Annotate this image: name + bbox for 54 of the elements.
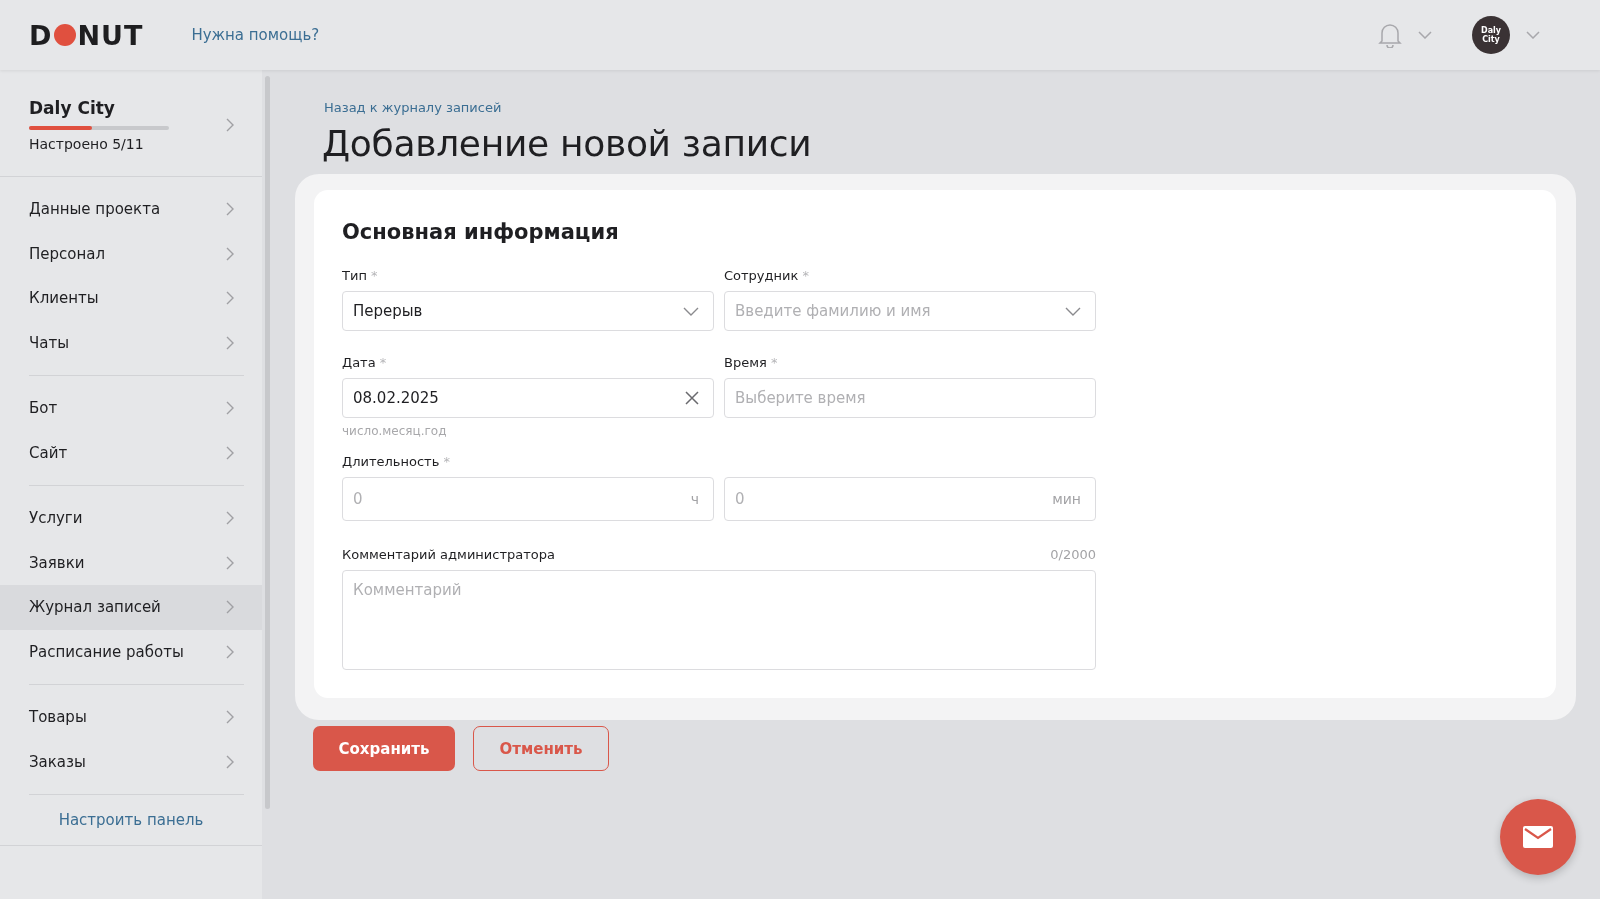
field-label: Тип * <box>342 268 379 283</box>
configure-panel-link[interactable]: Настроить панель <box>0 795 262 846</box>
date-format-hint: число.месяц.год <box>342 424 448 438</box>
save-button[interactable]: Сохранить <box>313 726 455 771</box>
section-title: Основная информация <box>342 220 620 244</box>
chevron-down-icon <box>683 306 699 316</box>
nav-item[interactable]: Клиенты <box>0 276 262 321</box>
field-label: Длительность * <box>342 454 451 469</box>
chevron-right-icon <box>226 291 234 306</box>
close-icon[interactable] <box>685 391 699 405</box>
chevron-right-icon <box>226 335 234 350</box>
nav-item[interactable]: Сайт <box>0 430 262 475</box>
bell-icon[interactable] <box>1378 22 1402 48</box>
chevron-right-icon <box>226 710 234 725</box>
nav-item[interactable]: Расписание работы <box>0 629 262 674</box>
chevron-right-icon <box>226 754 234 769</box>
chevron-right-icon <box>226 401 234 416</box>
project-card[interactable]: Daly City Настроено 5/11 <box>0 70 262 177</box>
logo[interactable]: D NUT <box>29 19 144 51</box>
avatar[interactable]: Daly City <box>1472 16 1510 54</box>
help-link[interactable]: Нужна помощь? <box>191 26 320 44</box>
nav-item[interactable]: Чаты <box>0 320 262 365</box>
nav-item[interactable]: Бот <box>0 386 262 431</box>
type-select[interactable]: Перерыв <box>342 291 714 331</box>
mail-button[interactable] <box>1500 799 1576 875</box>
field-label: Сотрудник * <box>724 268 810 283</box>
chevron-right-icon <box>226 600 234 615</box>
envelope-icon <box>1523 826 1553 848</box>
nav-item[interactable]: Услуги <box>0 496 262 541</box>
field-label: Комментарий администратора <box>342 547 555 562</box>
chevron-right-icon <box>226 644 234 659</box>
field-label: Время * <box>724 355 779 370</box>
chevron-right-icon <box>226 202 234 217</box>
chevron-down-icon <box>1065 306 1081 316</box>
chevron-right-icon <box>226 118 234 132</box>
back-link[interactable]: Назад к журналу записей <box>324 100 1576 115</box>
nav-item[interactable]: Персонал <box>0 231 262 276</box>
progress-label: Настроено 5/11 <box>29 136 145 152</box>
chevron-right-icon <box>226 246 234 261</box>
chevron-down-icon[interactable] <box>1526 31 1540 39</box>
chevron-right-icon <box>226 555 234 570</box>
field-label: Дата * <box>342 355 388 370</box>
date-field[interactable]: 08.02.2025 <box>342 378 714 418</box>
character-counter: 0/2000 <box>1050 547 1096 562</box>
nav-item[interactable]: Заказы <box>0 739 262 784</box>
nav-item[interactable]: Данные проекта <box>0 187 262 232</box>
nav-item[interactable]: Заявки <box>0 540 262 585</box>
nav-item[interactable]: Журнал записей <box>0 585 262 630</box>
chevron-right-icon <box>226 445 234 460</box>
page-title: Добавление новой записи <box>322 123 813 164</box>
chevron-right-icon <box>226 511 234 526</box>
nav-item[interactable]: Товары <box>0 695 262 740</box>
chevron-down-icon[interactable] <box>1418 31 1432 39</box>
project-name: Daly City <box>29 98 116 118</box>
